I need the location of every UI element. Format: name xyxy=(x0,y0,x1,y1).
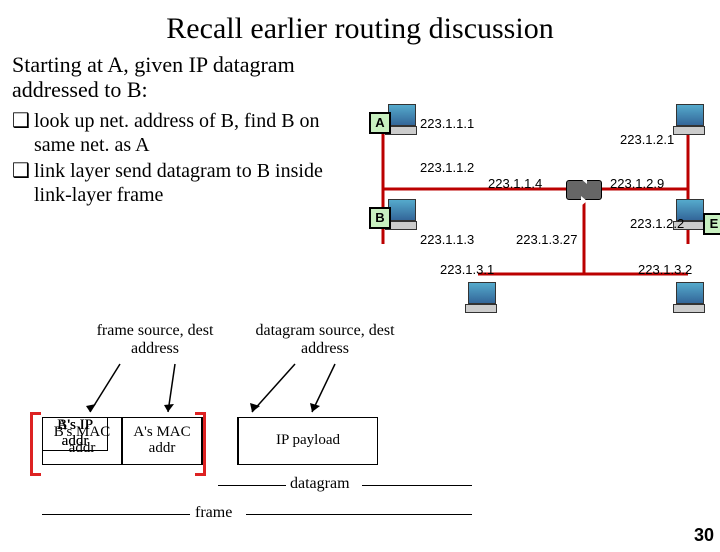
field-a-mac: A's MAC addr xyxy=(122,417,202,465)
computer-icon xyxy=(676,282,705,313)
line-icon xyxy=(42,514,190,515)
intro-text: Starting at A, given IP datagram address… xyxy=(12,52,332,103)
host-label-a: A xyxy=(369,112,391,134)
bullet-list: ❑ look up net. address of B, find B on s… xyxy=(12,109,347,207)
computer-icon xyxy=(388,104,417,135)
field-payload: IP payload xyxy=(238,417,378,465)
bullet-icon: ❑ xyxy=(12,109,34,157)
ip-address: 223.1.3.2 xyxy=(638,262,692,277)
bullet-text: look up net. address of B, find B on sam… xyxy=(34,109,347,157)
bracket-left-icon xyxy=(30,412,41,476)
page-number: 30 xyxy=(694,525,714,546)
computer-icon xyxy=(676,104,705,135)
field-b-ip: B's IP addr xyxy=(42,417,108,451)
ip-address: 223.1.1.1 xyxy=(420,116,474,131)
ip-address: 223.1.3.27 xyxy=(516,232,577,247)
computer-icon xyxy=(388,199,417,230)
ip-address: 223.1.2.9 xyxy=(610,176,664,191)
bullet-item: ❑ look up net. address of B, find B on s… xyxy=(12,109,347,157)
line-icon xyxy=(362,485,472,486)
frame-label: frame xyxy=(195,504,232,522)
computer-icon xyxy=(468,282,497,313)
ip-address: 223.1.2.2 xyxy=(630,216,684,231)
network-diagram: A B E 223.1.1.1 223.1.1.2 223.1.1.4 223.… xyxy=(358,94,716,324)
slide-title: Recall earlier routing discussion xyxy=(0,12,720,46)
datagram-label: datagram xyxy=(290,475,350,493)
bullet-item: ❑ link layer send datagram to B inside l… xyxy=(12,159,347,207)
label-arrows xyxy=(0,312,500,422)
frame-structure: B's MAC addr A's MAC addr A's IP addr B'… xyxy=(42,417,378,465)
host-label-b: B xyxy=(369,207,391,229)
router-icon xyxy=(566,180,602,200)
host-label-e: E xyxy=(703,213,720,235)
ip-address: 223.1.1.3 xyxy=(420,232,474,247)
bullet-text: link layer send datagram to B inside lin… xyxy=(34,159,347,207)
bullet-icon: ❑ xyxy=(12,159,34,207)
ip-address: 223.1.3.1 xyxy=(440,262,494,277)
ip-address: 223.1.2.1 xyxy=(620,132,674,147)
ip-address: 223.1.1.4 xyxy=(488,176,542,191)
line-icon xyxy=(218,485,286,486)
ip-address: 223.1.1.2 xyxy=(420,160,474,175)
field-gap xyxy=(202,417,238,465)
line-icon xyxy=(246,514,472,515)
